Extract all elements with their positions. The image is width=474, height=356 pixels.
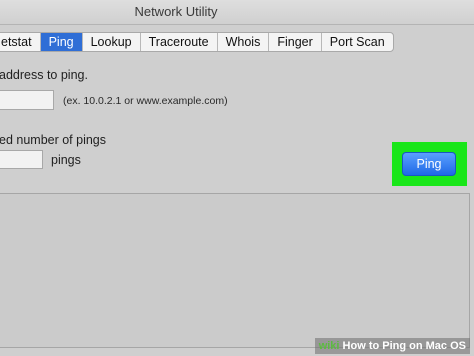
- tab-whois[interactable]: Whois: [218, 33, 270, 51]
- title-bar: Network Utility: [0, 0, 474, 25]
- window-title: Network Utility: [134, 4, 218, 19]
- tab-port-scan[interactable]: Port Scan: [322, 33, 393, 51]
- tab-finger[interactable]: Finger: [269, 33, 322, 51]
- tab-netstat[interactable]: etstat: [0, 33, 41, 51]
- tab-traceroute[interactable]: Traceroute: [141, 33, 218, 51]
- address-label: address to ping.: [0, 68, 88, 82]
- ping-count-label: ed number of pings: [0, 133, 107, 147]
- ping-button[interactable]: Ping: [402, 152, 456, 176]
- watermark-brand: wiki: [318, 340, 340, 352]
- tab-bar: etstat Ping Lookup Traceroute Whois Fing…: [0, 32, 394, 52]
- tab-ping[interactable]: Ping: [40, 33, 83, 51]
- address-input[interactable]: [0, 90, 54, 110]
- watermark-text: How to Ping on Mac OS: [342, 340, 466, 352]
- ping-output-area: [0, 193, 470, 348]
- tab-lookup[interactable]: Lookup: [83, 33, 141, 51]
- watermark: wiki How to Ping on Mac OS: [314, 338, 470, 354]
- address-hint: (ex. 10.0.2.1 or www.example.com): [63, 95, 228, 107]
- ping-count-input[interactable]: [0, 150, 43, 169]
- pings-unit-label: pings: [51, 153, 81, 167]
